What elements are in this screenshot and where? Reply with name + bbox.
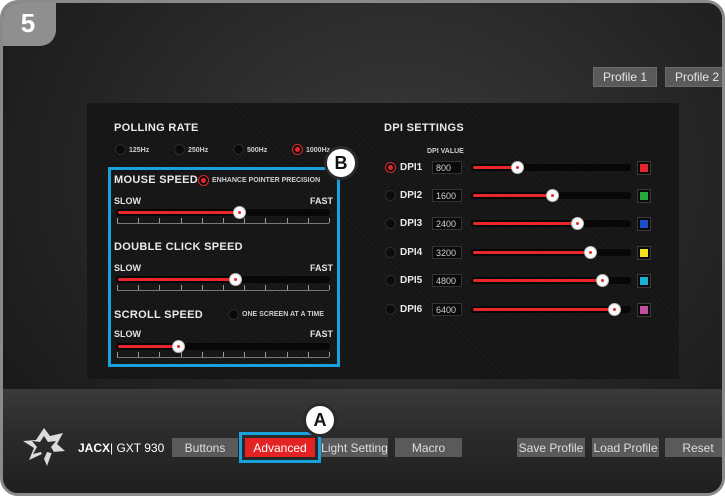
dpi6-slider[interactable]	[471, 303, 631, 316]
dpi4-color-picker[interactable]	[637, 246, 651, 260]
dpi5-radio[interactable]	[385, 275, 396, 286]
dpi6-label: DPI6	[400, 304, 423, 315]
dpi5-color-swatch	[640, 277, 648, 285]
load-profile-button[interactable]: Load Profile	[592, 438, 659, 457]
callout-a-highlight	[239, 432, 321, 463]
dpi2-color-swatch	[640, 192, 648, 200]
reset-button[interactable]: Reset	[665, 438, 722, 457]
brand-model: | GXT 930	[110, 441, 165, 455]
polling-label-125hz: 125Hz	[129, 147, 150, 154]
dpi3-color-swatch	[640, 220, 648, 228]
dpi6-value-field[interactable]: 6400	[432, 303, 462, 316]
dpi1-fill	[473, 166, 515, 169]
dpi6-color-picker[interactable]	[637, 303, 651, 317]
profile-2-button[interactable]: Profile 2	[665, 67, 722, 87]
dpi3-slider[interactable]	[471, 217, 631, 230]
brand-label: JACX| GXT 930	[78, 441, 164, 455]
dpi1-radio[interactable]	[385, 162, 396, 173]
dpi2-fill	[473, 194, 553, 197]
dpi1-label: DPI1	[400, 162, 423, 173]
dpi1-color-swatch	[640, 164, 648, 172]
dpi5-label: DPI5	[400, 275, 423, 286]
polling-rate-title: POLLING RATE	[114, 122, 199, 134]
callout-b-highlight	[108, 167, 340, 367]
polling-label-500hz: 500Hz	[247, 147, 268, 154]
dpi4-slider[interactable]	[471, 246, 631, 259]
brand-name: JACX	[78, 441, 111, 455]
dpi3-value-field[interactable]: 2400	[432, 217, 462, 230]
dpi3-radio[interactable]	[385, 218, 396, 229]
polling-label-250hz: 250Hz	[188, 147, 209, 154]
polling-radio-125hz[interactable]	[115, 144, 126, 155]
dpi3-handle[interactable]	[571, 217, 584, 230]
dpi4-fill	[473, 251, 593, 254]
polling-radio-1000hz[interactable]	[292, 144, 303, 155]
dpi2-handle[interactable]	[546, 189, 559, 202]
dpi4-label: DPI4	[400, 247, 423, 258]
tab-light-setting[interactable]: Light Setting	[321, 438, 388, 457]
dpi3-color-picker[interactable]	[637, 217, 651, 231]
dpi6-color-swatch	[640, 306, 648, 314]
dpi3-label: DPI3	[400, 218, 423, 229]
dpi2-label: DPI2	[400, 190, 423, 201]
dpi2-color-picker[interactable]	[637, 189, 651, 203]
dpi4-radio[interactable]	[385, 247, 396, 258]
tab-macro[interactable]: Macro	[395, 438, 462, 457]
dpi5-handle[interactable]	[596, 274, 609, 287]
dpi2-value-field[interactable]: 1600	[432, 189, 462, 202]
dpi3-fill	[473, 222, 579, 225]
dpi2-slider[interactable]	[471, 189, 631, 202]
step-badge: 5	[3, 3, 56, 46]
tab-buttons[interactable]: Buttons	[172, 438, 238, 457]
dpi6-radio[interactable]	[385, 304, 396, 315]
dpi4-color-swatch	[640, 249, 648, 257]
dpi1-value-field[interactable]: 800	[432, 161, 462, 174]
dpi1-handle[interactable]	[511, 161, 524, 174]
dpi1-color-picker[interactable]	[637, 161, 651, 175]
dpi5-slider[interactable]	[471, 274, 631, 287]
dpi-value-header: DPI VALUE	[427, 148, 464, 155]
app-window: 5 Profile 1 Profile 2 POLLING RATE 125Hz…	[0, 0, 725, 496]
dpi5-value-field[interactable]: 4800	[432, 274, 462, 287]
save-profile-button[interactable]: Save Profile	[517, 438, 585, 457]
gxt-logo-icon	[23, 428, 65, 466]
dpi4-handle[interactable]	[584, 246, 597, 259]
dpi6-handle[interactable]	[608, 303, 621, 316]
dpi4-value-field[interactable]: 3200	[432, 246, 462, 259]
dpi5-fill	[473, 279, 606, 282]
dpi1-slider[interactable]	[471, 161, 631, 174]
dpi6-fill	[473, 308, 618, 311]
profile-1-button[interactable]: Profile 1	[593, 67, 657, 87]
polling-radio-250hz[interactable]	[174, 144, 185, 155]
polling-radio-500hz[interactable]	[233, 144, 244, 155]
settings-panel: POLLING RATE 125Hz 250Hz 500Hz 1000Hz DPI S…	[87, 103, 679, 379]
dpi5-color-picker[interactable]	[637, 274, 651, 288]
callout-a: A	[303, 403, 337, 437]
dpi2-radio[interactable]	[385, 190, 396, 201]
callout-b: B	[324, 146, 358, 180]
dpi-settings-title: DPI SETTINGS	[384, 122, 464, 134]
